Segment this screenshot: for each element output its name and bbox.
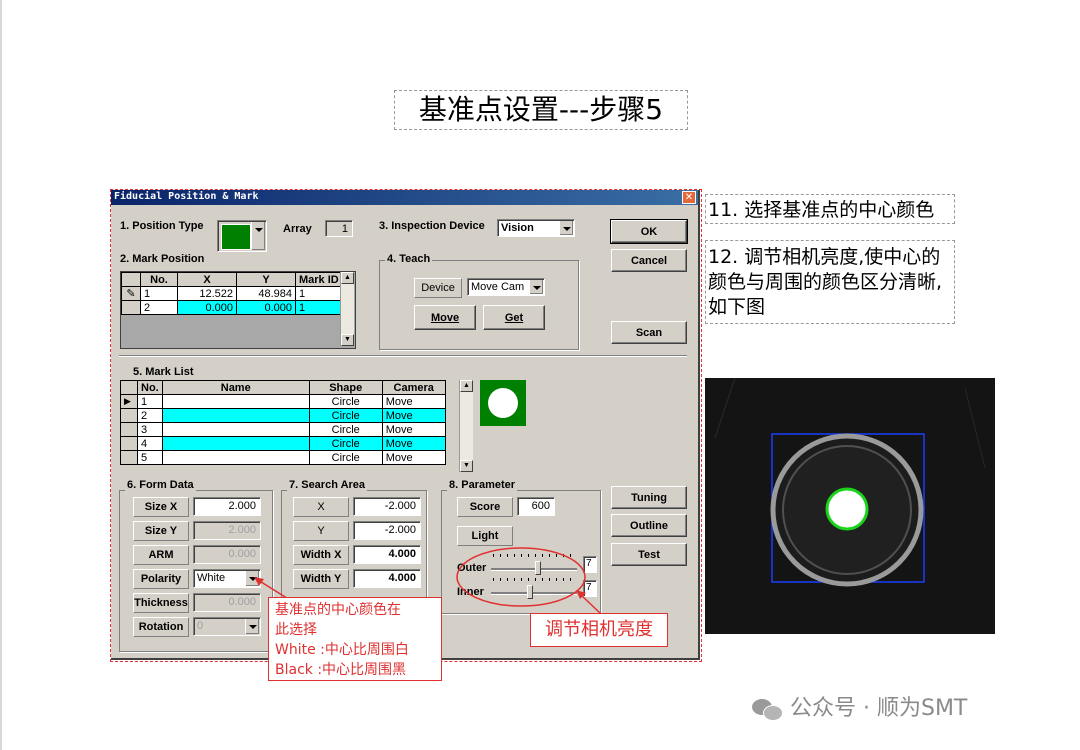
inspection-device-label: 3. Inspection Device — [379, 220, 485, 232]
teach-device-select[interactable]: Move Cam — [467, 278, 545, 296]
outer-slider-ticks — [493, 554, 575, 557]
array-field: 1 — [325, 220, 353, 237]
inner-slider-track[interactable] — [491, 592, 577, 595]
mark-preview — [480, 380, 526, 426]
table-row[interactable]: 3 Circle Move — [120, 422, 446, 437]
array-label: Array — [283, 223, 312, 235]
mark-position-scrollbar[interactable]: ▲ ▼ — [340, 272, 354, 346]
chevron-down-icon[interactable] — [529, 280, 543, 294]
inner-label: Inner — [457, 586, 484, 598]
table-row[interactable]: 2 0.000 0.000 1 — [121, 300, 343, 315]
arm-label: ARM — [133, 545, 189, 565]
rotation-select: 0 — [193, 617, 261, 636]
scan-button[interactable]: Scan — [611, 321, 687, 344]
polarity-annotation: 基准点的中心颜色在 此选择 White :中心比周围白 Black :中心比周围… — [268, 597, 442, 681]
teach-group — [379, 260, 579, 350]
width-x-input[interactable]: 4.000 — [353, 545, 421, 564]
table-row[interactable]: 4 Circle Move — [120, 436, 446, 451]
mark-list-scrollbar[interactable]: ▲ ▼ — [459, 380, 473, 472]
polarity-select[interactable]: White — [193, 569, 261, 588]
dialog-title: Fiducial Position & Mark — [114, 191, 259, 202]
size-x-input[interactable]: 2.000 — [193, 497, 261, 516]
teach-label: 4. Teach — [385, 253, 433, 265]
watermark-text: 公众号 · 顺为SMT — [790, 696, 968, 721]
table-row[interactable]: ✎ 1 12.522 48.984 1 — [121, 286, 343, 301]
divider — [119, 355, 687, 357]
chevron-down-icon[interactable] — [559, 221, 573, 235]
size-y-label: Size Y — [133, 521, 189, 541]
inner-slider-ticks — [493, 578, 575, 581]
move-button[interactable]: Move — [414, 305, 476, 330]
note-11: 11. 选择基准点的中心颜色 — [705, 194, 955, 224]
device-label: Device — [414, 278, 462, 298]
inner-slider-thumb[interactable] — [527, 585, 533, 599]
table-row[interactable]: 5 Circle Move — [120, 450, 446, 465]
dialog-titlebar[interactable]: Fiducial Position & Mark ✕ — [111, 190, 698, 205]
light-label: Light — [457, 526, 513, 546]
fiducial-circle-icon — [488, 388, 518, 418]
chevron-down-icon — [245, 619, 259, 634]
note-12: 12. 调节相机亮度,使中心的颜色与周围的颜色区分清晰,如下图 — [705, 240, 955, 324]
brightness-annotation: 调节相机亮度 — [530, 613, 668, 647]
score-label: Score — [457, 497, 513, 517]
rotation-label: Rotation — [133, 617, 189, 637]
score-input[interactable]: 600 — [517, 497, 555, 516]
arm-input: 0.000 — [193, 545, 261, 564]
test-button[interactable]: Test — [611, 543, 687, 566]
search-y-input[interactable]: -2.000 — [353, 521, 421, 540]
search-x-label: X — [293, 497, 349, 517]
search-area-label: 7. Search Area — [287, 479, 368, 491]
close-icon[interactable]: ✕ — [682, 191, 696, 204]
thickness-input: 0.000 — [193, 593, 261, 612]
width-y-label: Width Y — [293, 569, 349, 589]
form-data-label: 6. Form Data — [125, 479, 196, 491]
outer-slider-track[interactable] — [491, 568, 577, 571]
chevron-down-icon[interactable] — [251, 222, 265, 250]
width-x-label: Width X — [293, 545, 349, 565]
thickness-label: Thickness — [133, 593, 189, 613]
fiducial-dialog: Fiducial Position & Mark ✕ 1. Position T… — [111, 190, 700, 660]
chevron-down-icon[interactable] — [245, 571, 259, 586]
edit-pencil-icon: ✎ — [121, 286, 141, 301]
fiducial-camera-view — [705, 378, 995, 634]
search-x-input[interactable]: -2.000 — [353, 497, 421, 516]
mark-list-label: 5. Mark List — [133, 366, 194, 378]
position-type-label: 1. Position Type — [120, 220, 204, 232]
table-row[interactable]: 2 Circle Move — [120, 408, 446, 423]
table-row[interactable]: ▶ 1 Circle Move — [120, 394, 446, 409]
green-swatch-icon — [221, 224, 251, 250]
watermark: 公众号 · 顺为SMT — [752, 690, 967, 722]
outer-label: Outer — [457, 562, 487, 574]
ok-button[interactable]: OK — [610, 219, 688, 244]
camera-image — [705, 378, 995, 634]
search-y-label: Y — [293, 521, 349, 541]
get-button[interactable]: Get — [483, 305, 545, 330]
polarity-label: Polarity — [133, 569, 189, 589]
wechat-icon — [752, 697, 783, 721]
slide-edge — [0, 0, 2, 750]
outer-slider-thumb[interactable] — [535, 561, 541, 575]
outline-button[interactable]: Outline — [611, 514, 687, 537]
outer-value: 7 — [583, 556, 597, 573]
parameter-label: 8. Parameter — [447, 479, 518, 491]
row-pointer-icon: ▶ — [120, 394, 138, 409]
inner-value: 7 — [583, 580, 597, 597]
position-type-picker[interactable] — [217, 220, 267, 252]
slide-title: 基准点设置---步骤5 — [394, 90, 688, 130]
size-x-label: Size X — [133, 497, 189, 517]
inspection-device-select[interactable]: Vision — [497, 219, 575, 237]
width-y-input[interactable]: 4.000 — [353, 569, 421, 588]
cancel-button[interactable]: Cancel — [611, 249, 687, 272]
size-y-input: 2.000 — [193, 521, 261, 540]
mark-position-grid: No. X Y Mark ID ✎ 1 12.522 48.984 1 2 0.… — [121, 272, 343, 315]
mark-position-label: 2. Mark Position — [120, 253, 205, 265]
tuning-button[interactable]: Tuning — [611, 486, 687, 509]
mark-list-grid: No. Name Shape Camera ▶ 1 Circle Move 2 … — [120, 380, 446, 465]
